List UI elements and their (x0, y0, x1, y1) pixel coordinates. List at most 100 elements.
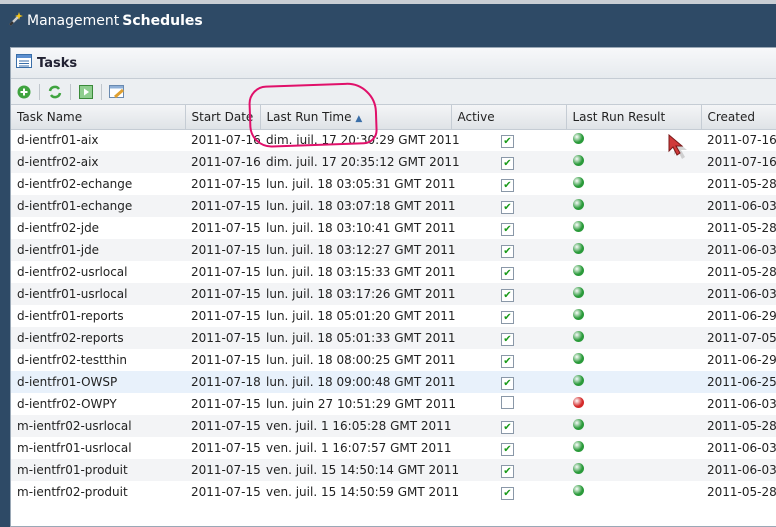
table-row[interactable]: d-ientfr01-echange 2011-07-15 lun. juil.… (11, 195, 776, 217)
table-row[interactable]: d-ientfr02-echange 2011-07-15 lun. juil.… (11, 173, 776, 195)
active-checkbox[interactable]: ✔ (501, 464, 514, 478)
run-icon[interactable] (77, 83, 95, 101)
active-cell: ✔ (451, 371, 566, 393)
table-row[interactable]: d-ientfr01-OWSP 2011-07-18 lun. juil. 18… (11, 371, 776, 393)
active-checkbox[interactable]: ✔ (501, 288, 514, 302)
app-title: Management Schedules (8, 11, 203, 31)
task-name: m-ientfr01-usrlocal (17, 441, 132, 455)
success-status-icon (573, 441, 584, 452)
active-cell: ✔ (451, 239, 566, 261)
toolbar-separator (70, 83, 71, 100)
last-run-time: lun. juil. 18 08:00:25 GMT 2011 (266, 353, 456, 367)
last-run-time: lun. juil. 18 03:07:18 GMT 2011 (260, 195, 456, 217)
active-cell: ✔ (451, 129, 566, 151)
active-checkbox[interactable]: ✔ (501, 442, 514, 456)
table-row[interactable]: m-ientfr01-produit 2011-07-15 ven. juil.… (11, 459, 776, 481)
table-row[interactable]: d-ientfr02-testthin 2011-07-15 lun. juil… (11, 349, 776, 371)
panel-header: Tasks (11, 48, 776, 79)
tasks-panel: Tasks Task Name Start Date Last Run Time… (10, 47, 776, 527)
created-date: 2011-06-03 (707, 441, 776, 455)
active-checkbox[interactable] (501, 396, 514, 409)
magic-wand-icon (8, 11, 24, 31)
active-checkbox[interactable]: ✔ (501, 420, 514, 434)
created-date: 2011-05-28 (707, 265, 776, 279)
column-header-task-name[interactable]: Task Name (11, 105, 186, 130)
start-date: 2011-07-15 (191, 353, 261, 367)
toolbar-separator (101, 83, 102, 100)
active-cell: ✔ (451, 437, 566, 459)
created-date: 2011-05-28 (707, 221, 776, 235)
add-icon[interactable] (15, 83, 33, 101)
task-name: m-ientfr01-produit (11, 459, 185, 481)
created-date: 2011-06-03 (707, 397, 776, 411)
column-header-start-date[interactable]: Start Date (185, 105, 261, 130)
last-run-result-cell (566, 305, 701, 327)
created-date: 2011-07-05 (701, 327, 776, 349)
table-row[interactable]: d-ientfr01-jde 2011-07-15 lun. juil. 18 … (11, 239, 776, 261)
last-run-result-cell (566, 371, 701, 393)
start-date: 2011-07-15 (185, 283, 261, 305)
active-cell: ✔ (451, 459, 566, 481)
active-cell: ✔ (451, 415, 566, 437)
last-run-time: ven. juil. 15 14:50:14 GMT 2011 (260, 459, 459, 481)
last-run-result-cell (566, 261, 701, 283)
failure-status-icon (573, 397, 584, 408)
success-status-icon (573, 287, 584, 298)
last-run-time: lun. juil. 18 03:10:41 GMT 2011 (266, 221, 456, 235)
active-checkbox[interactable]: ✔ (501, 178, 514, 192)
table-row[interactable]: d-ientfr02-usrlocal 2011-07-15 lun. juil… (11, 261, 776, 283)
task-name: m-ientfr02-produit (17, 485, 128, 499)
active-checkbox[interactable]: ✔ (501, 310, 514, 324)
last-run-time: ven. juil. 1 16:05:28 GMT 2011 (260, 415, 451, 437)
last-run-time: lun. juil. 18 05:01:33 GMT 2011 (260, 327, 456, 349)
last-run-time: ven. juil. 15 14:50:59 GMT 2011 (266, 485, 460, 499)
active-checkbox[interactable]: ✔ (501, 200, 514, 214)
last-run-time: lun. juil. 18 03:12:27 GMT 2011 (260, 239, 456, 261)
edit-icon[interactable] (108, 83, 126, 101)
column-header-active[interactable]: Active (451, 105, 567, 130)
success-status-icon (573, 353, 584, 364)
success-status-icon (573, 199, 584, 210)
column-header-last-run-result[interactable]: Last Run Result (566, 105, 702, 130)
start-date: 2011-07-15 (191, 397, 261, 411)
app-title-bold: Schedules (122, 13, 203, 29)
last-run-result-cell (566, 349, 701, 371)
active-checkbox[interactable]: ✔ (501, 354, 514, 368)
active-checkbox[interactable]: ✔ (501, 134, 514, 148)
last-run-result-cell (566, 283, 701, 305)
refresh-icon[interactable] (46, 83, 64, 101)
table-row[interactable]: d-ientfr02-reports 2011-07-15 lun. juil.… (11, 327, 776, 349)
success-status-icon (573, 221, 584, 232)
last-run-time: dim. juil. 17 20:35:12 GMT 2011 (260, 151, 460, 173)
active-checkbox[interactable]: ✔ (501, 486, 514, 500)
active-checkbox[interactable]: ✔ (501, 332, 514, 346)
success-status-icon (573, 177, 584, 188)
active-checkbox[interactable]: ✔ (501, 156, 514, 170)
start-date: 2011-07-15 (185, 195, 261, 217)
active-cell: ✔ (451, 305, 566, 327)
table-row[interactable]: m-ientfr02-usrlocal 2011-07-15 ven. juil… (11, 415, 776, 437)
success-status-icon (573, 463, 584, 474)
active-checkbox[interactable]: ✔ (501, 244, 514, 258)
active-checkbox[interactable]: ✔ (501, 222, 514, 236)
success-status-icon (573, 485, 584, 496)
table-row[interactable]: m-ientfr01-usrlocal 2011-07-15 ven. juil… (11, 437, 776, 459)
table-row[interactable]: d-ientfr01-aix 2011-07-16 dim. juil. 17 … (11, 129, 776, 151)
table-row[interactable]: d-ientfr02-aix 2011-07-16 dim. juil. 17 … (11, 151, 776, 173)
column-header-last-run-time[interactable]: Last Run Time ▲ (260, 105, 452, 130)
table-row[interactable]: d-ientfr02-jde 2011-07-15 lun. juil. 18 … (11, 217, 776, 239)
column-header-created[interactable]: Created (701, 105, 776, 130)
table-row[interactable]: m-ientfr02-produit 2011-07-15 ven. juil.… (11, 481, 776, 503)
table-row[interactable]: d-ientfr01-reports 2011-07-15 lun. juil.… (11, 305, 776, 327)
active-checkbox[interactable]: ✔ (501, 266, 514, 280)
table-row[interactable]: d-ientfr01-usrlocal 2011-07-15 lun. juil… (11, 283, 776, 305)
last-run-result-cell (566, 173, 701, 195)
start-date: 2011-07-15 (191, 265, 261, 279)
start-date: 2011-07-15 (191, 221, 261, 235)
start-date: 2011-07-15 (185, 327, 261, 349)
column-header-label: Last Run Time (266, 109, 352, 124)
created-date: 2011-06-03 (701, 239, 776, 261)
active-checkbox[interactable]: ✔ (501, 376, 514, 390)
table-row[interactable]: d-ientfr02-OWPY 2011-07-15 lun. juin 27 … (11, 393, 776, 415)
last-run-result-cell (566, 415, 701, 437)
